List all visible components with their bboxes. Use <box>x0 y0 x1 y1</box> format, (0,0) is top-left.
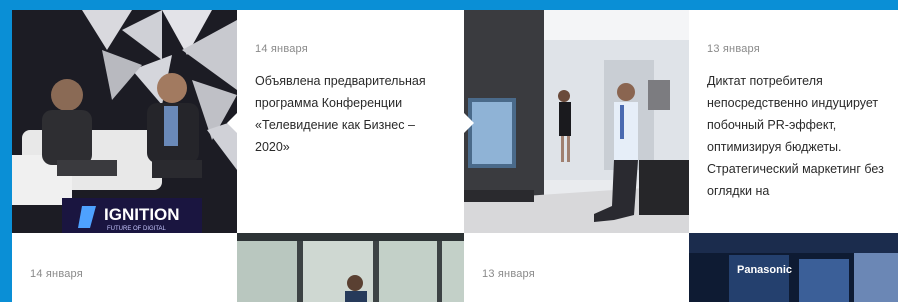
expo-booth-photo: Panasonic <box>689 233 898 302</box>
news-photo-2[interactable] <box>464 10 689 233</box>
news-card-2[interactable]: 13 января Диктат потребителя непосредств… <box>689 10 898 233</box>
news-title-link[interactable]: Диктат потребителя непосредственно индуц… <box>707 70 884 202</box>
panasonic-brand-text: Panasonic <box>737 264 792 276</box>
news-photo-3[interactable] <box>237 233 464 302</box>
ignition-sign-subtext: FUTURE OF DIGITAL <box>107 226 167 232</box>
news-grid: IGNITION FUTURE OF DIGITAL 14 января Объ… <box>12 10 898 302</box>
ignition-sign-text: IGNITION <box>104 205 180 224</box>
news-card-4[interactable]: 13 января <box>464 233 689 302</box>
pointer-arrow-icon <box>464 113 474 133</box>
news-date: 14 января <box>30 268 83 280</box>
news-grid-frame: IGNITION FUTURE OF DIGITAL 14 января Объ… <box>0 0 898 302</box>
pointer-arrow-icon <box>227 113 237 133</box>
news-card-3[interactable]: 14 января <box>12 233 237 302</box>
news-card-1[interactable]: 14 января Объявлена предварительная прог… <box>237 10 464 233</box>
conference-stage-photo: IGNITION FUTURE OF DIGITAL <box>12 10 237 233</box>
window-room-photo <box>237 233 464 302</box>
news-date: 14 января <box>255 43 308 55</box>
office-tv-photo <box>464 10 689 233</box>
news-date: 13 января <box>707 43 760 55</box>
news-photo-1[interactable]: IGNITION FUTURE OF DIGITAL <box>12 10 237 233</box>
news-photo-4[interactable]: Panasonic <box>689 233 898 302</box>
news-date: 13 января <box>482 268 535 280</box>
news-title-link[interactable]: Объявлена предварительная программа Конф… <box>255 70 450 158</box>
